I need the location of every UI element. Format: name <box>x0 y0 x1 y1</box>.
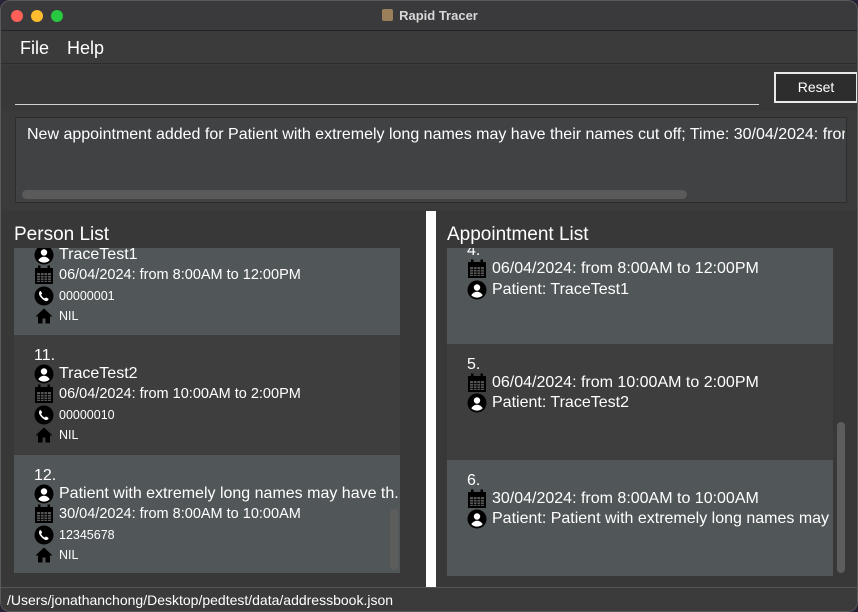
command-area: Reset <box>1 65 857 111</box>
person-icon <box>467 393 487 413</box>
person-phone: 12345678 <box>59 528 115 542</box>
person-phone-row: 12345678 <box>34 525 115 547</box>
person-appointment: 30/04/2024: from 8:00AM to 10:00AM <box>59 506 301 522</box>
appointment-list-title: Appointment List <box>447 224 589 245</box>
person-list-title: Person List <box>14 224 110 245</box>
reset-button[interactable]: Reset <box>774 72 857 103</box>
appointment-patient-row: Patient: Patient with extremely long nam… <box>467 509 833 531</box>
lists-area: Person List Appointment List TraceTest1 … <box>1 211 857 587</box>
person-card[interactable]: TraceTest1 06/04/2024: from 8:00AM to 12… <box>14 248 400 335</box>
calendar-icon <box>35 384 53 403</box>
home-icon <box>35 547 53 563</box>
appointment-patient: Patient: TraceTest2 <box>492 394 629 411</box>
person-phone-row: 00000001 <box>34 286 115 308</box>
person-address: NIL <box>59 548 79 562</box>
result-horizontal-scrollbar[interactable] <box>22 190 687 199</box>
appointment-card[interactable]: 4. 06/04/2024: from 8:00AM to 12:00PM Pa… <box>447 248 833 344</box>
appointment-patient-row: Patient: TraceTest1 <box>467 280 629 302</box>
window-title-text: Rapid Tracer <box>399 8 478 23</box>
person-address-row: NIL <box>34 425 78 447</box>
calendar-icon <box>35 265 53 284</box>
appointment-time-row: 06/04/2024: from 8:00AM to 12:00PM <box>467 259 759 281</box>
person-icon <box>467 280 487 300</box>
appointment-patient-row: Patient: TraceTest2 <box>467 393 629 415</box>
person-icon <box>34 484 54 504</box>
phone-icon <box>34 525 54 545</box>
appointment-card[interactable]: 5. 06/04/2024: from 10:00AM to 2:00PM Pa… <box>447 344 833 460</box>
person-icon <box>34 248 54 265</box>
calendar-icon <box>468 489 486 508</box>
person-list[interactable]: TraceTest1 06/04/2024: from 8:00AM to 12… <box>14 248 400 573</box>
appointment-time: 06/04/2024: from 8:00AM to 12:00PM <box>492 260 759 277</box>
window-title: Rapid Tracer <box>1 8 857 23</box>
status-bar: /Users/jonathanchong/Desktop/pedtest/dat… <box>1 587 857 611</box>
person-card[interactable]: 11. TraceTest2 06/04/2024: from 10:00AM … <box>14 335 400 455</box>
data-file-path: /Users/jonathanchong/Desktop/pedtest/dat… <box>7 592 394 608</box>
home-icon <box>35 427 53 443</box>
person-appointment-row: 30/04/2024: from 8:00AM to 10:00AM <box>34 504 301 526</box>
person-appointment-row: 06/04/2024: from 10:00AM to 2:00PM <box>34 384 301 406</box>
app-window: Rapid Tracer File Help Reset New appoint… <box>0 0 858 612</box>
appointment-patient: Patient: TraceTest1 <box>492 281 629 298</box>
appointment-time: 30/04/2024: from 8:00AM to 10:00AM <box>492 490 759 507</box>
appointment-index: 5. <box>467 356 481 373</box>
person-name-row: Patient with extremely long names may ha… <box>34 484 400 506</box>
person-index: 11. <box>34 347 56 364</box>
person-appointment: 06/04/2024: from 10:00AM to 2:00PM <box>59 386 301 402</box>
person-phone: 00000010 <box>59 408 115 422</box>
person-name-row: TraceTest2 <box>34 364 138 386</box>
person-name: TraceTest1 <box>59 248 138 263</box>
appointment-time: 06/04/2024: from 10:00AM to 2:00PM <box>492 374 759 391</box>
person-icon <box>34 364 54 384</box>
person-appointment-row: 06/04/2024: from 8:00AM to 12:00PM <box>34 265 301 287</box>
person-address-row: NIL <box>34 545 78 567</box>
person-phone-row: 00000010 <box>34 405 115 427</box>
person-index: 12. <box>34 467 57 484</box>
phone-icon <box>34 405 54 425</box>
person-address: NIL <box>59 428 79 442</box>
calendar-icon <box>35 504 53 523</box>
person-appointment: 06/04/2024: from 8:00AM to 12:00PM <box>59 267 301 283</box>
appointment-patient: Patient: Patient with extremely long nam… <box>492 510 833 527</box>
menu-file[interactable]: File <box>20 38 49 59</box>
person-name: TraceTest2 <box>59 365 138 382</box>
person-card[interactable]: 12. Patient with extremely long names ma… <box>14 455 400 573</box>
person-icon <box>467 509 487 529</box>
appointment-card[interactable]: 6. 30/04/2024: from 8:00AM to 10:00AM Pa… <box>447 460 833 576</box>
calendar-icon <box>468 259 486 278</box>
person-address: NIL <box>59 309 79 323</box>
calendar-icon <box>468 373 486 392</box>
title-bar: Rapid Tracer <box>1 1 857 31</box>
appointment-list-scrollbar[interactable] <box>837 422 845 573</box>
appointment-time-row: 30/04/2024: from 8:00AM to 10:00AM <box>467 489 759 511</box>
result-text: New appointment added for Patient with e… <box>27 126 845 143</box>
menu-bar: File Help <box>1 32 857 64</box>
person-address-row: NIL <box>34 306 78 328</box>
panel-divider[interactable] <box>426 211 436 587</box>
appointment-time-row: 06/04/2024: from 10:00AM to 2:00PM <box>467 373 759 395</box>
result-display: New appointment added for Patient with e… <box>15 117 847 203</box>
app-icon <box>382 9 394 21</box>
phone-icon <box>34 286 54 306</box>
command-input[interactable] <box>15 69 759 105</box>
home-icon <box>35 308 53 324</box>
menu-help[interactable]: Help <box>67 38 104 59</box>
person-phone: 00000001 <box>59 289 115 303</box>
person-name: Patient with extremely long names may ha… <box>59 485 400 502</box>
appointment-list[interactable]: 4. 06/04/2024: from 8:00AM to 12:00PM Pa… <box>447 248 833 576</box>
person-list-scrollbar[interactable] <box>390 509 398 570</box>
appointment-index: 6. <box>467 472 481 489</box>
